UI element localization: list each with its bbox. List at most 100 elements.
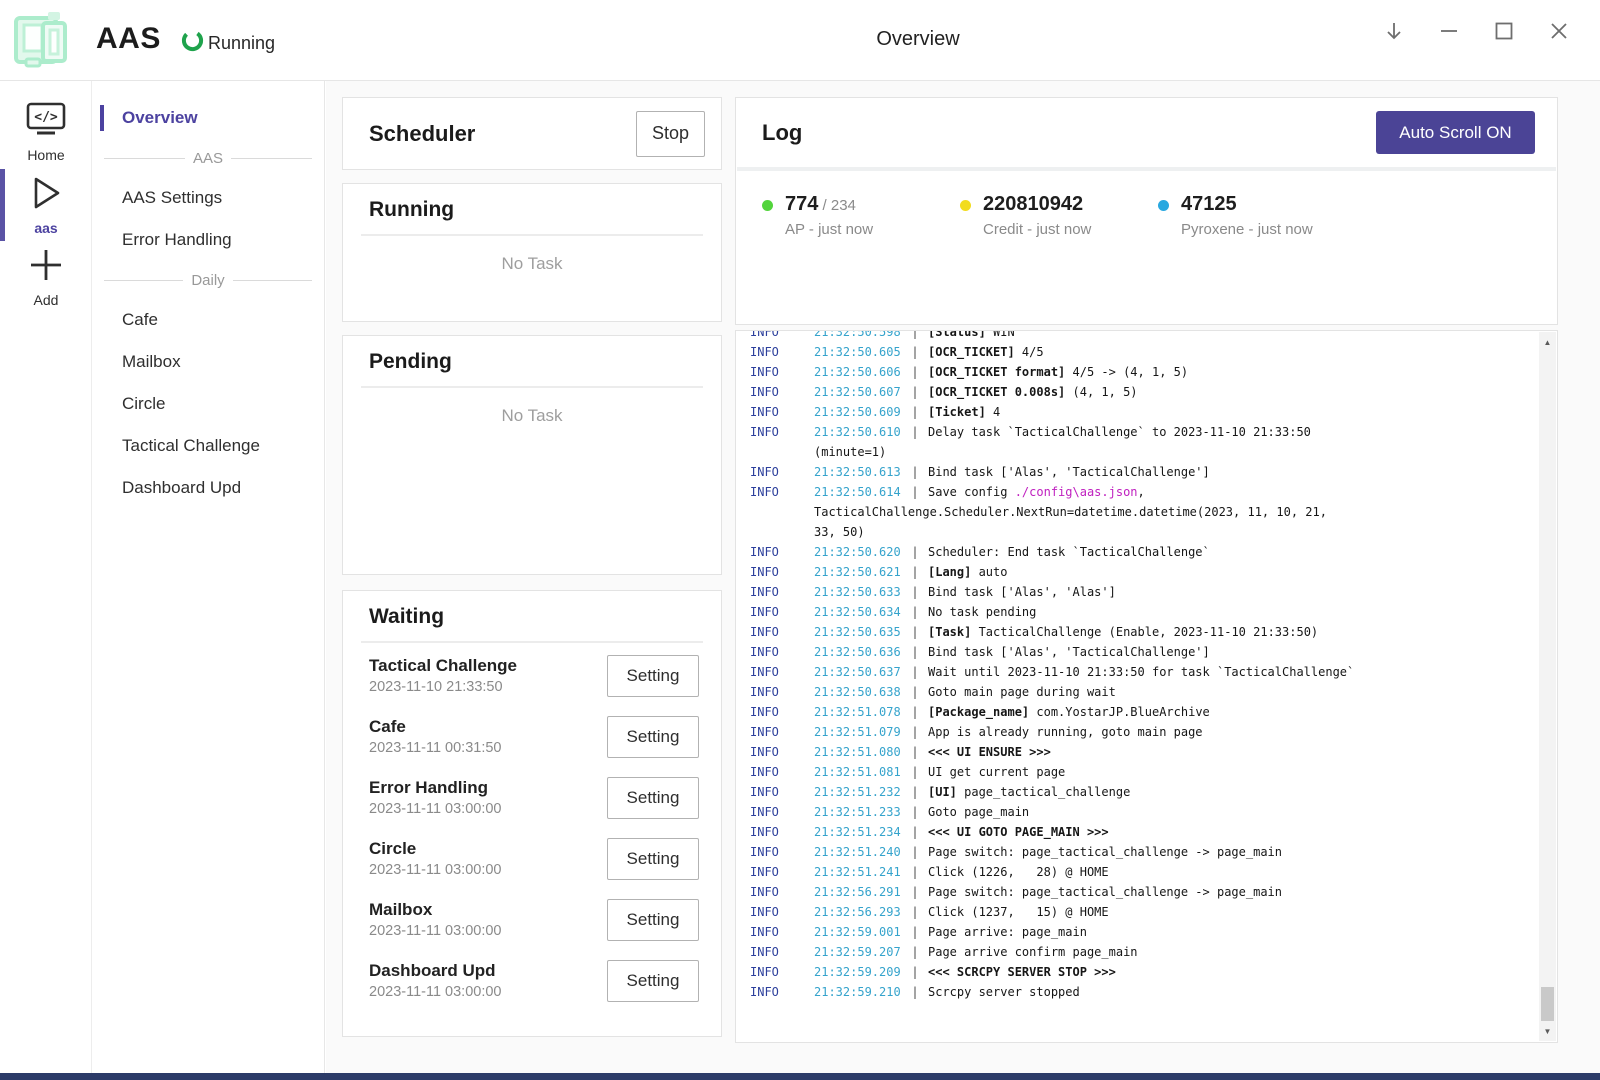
maximize-button[interactable] — [1476, 8, 1531, 54]
download-arrow-button[interactable] — [1366, 8, 1421, 54]
setting-button[interactable]: Setting — [607, 899, 699, 941]
log-text: auto — [971, 565, 1007, 579]
log-separator: | — [908, 330, 922, 342]
log-message: Page switch: page_tactical_challenge -> … — [928, 882, 1557, 902]
sidebar-item-overview[interactable]: Overview — [92, 97, 324, 139]
status-text: Running — [208, 33, 275, 54]
close-button[interactable] — [1531, 8, 1586, 54]
log-separator: | — [908, 962, 922, 982]
sidebar-item-error-handling[interactable]: Error Handling — [92, 219, 324, 261]
log-message: Wait until 2023-11-10 21:33:50 for task … — [928, 662, 1557, 682]
log-text: [Task] — [928, 625, 971, 639]
sidebar-item-circle[interactable]: Circle — [92, 383, 324, 425]
log-lines: INFO21:32:50.598|[Status] WININFO21:32:5… — [736, 330, 1557, 1002]
log-text: 4/5 -> (4, 1, 5) — [1065, 365, 1188, 379]
log-separator: | — [908, 942, 922, 962]
log-timestamp: 21:32:50.638 — [814, 682, 902, 702]
log-line: INFO21:32:51.241|Click (1226, 28) @ HOME — [750, 862, 1557, 882]
log-text: App is already running, goto main page — [928, 725, 1203, 739]
minimize-button[interactable] — [1421, 8, 1476, 54]
scrollbar-down-icon[interactable]: ▼ — [1539, 1023, 1556, 1039]
waiting-task-name: Error Handling — [369, 778, 607, 798]
setting-button[interactable]: Setting — [607, 838, 699, 880]
stat-label: AP - just now — [785, 221, 873, 238]
scrollbar-thumb[interactable] — [1541, 987, 1554, 1021]
log-text: [OCR_TICKET] — [928, 345, 1015, 359]
log-level: INFO — [750, 462, 808, 482]
log-line: INFO21:32:50.635|[Task] TacticalChalleng… — [750, 622, 1557, 642]
log-message: [OCR_TICKET 0.008s] (4, 1, 5) — [928, 382, 1557, 402]
divider-line — [233, 280, 312, 281]
sidebar-item-label: Cafe — [122, 310, 158, 330]
log-message: [OCR_TICKET format] 4/5 -> (4, 1, 5) — [928, 362, 1557, 382]
sidebar-section-divider: Daily — [92, 261, 324, 299]
log-timestamp: 21:32:50.598 — [814, 330, 902, 342]
rail-item-home[interactable]: </> Home — [0, 101, 92, 163]
pending-empty-text: No Task — [343, 406, 721, 426]
log-timestamp: 21:32:59.209 — [814, 962, 902, 982]
log-message: Click (1226, 28) @ HOME — [928, 862, 1557, 882]
log-separator: | — [908, 782, 922, 802]
sidebar-item-dashboard-upd[interactable]: Dashboard Upd — [92, 467, 324, 509]
running-empty-text: No Task — [343, 254, 721, 274]
home-monitor-code-icon: </> — [24, 126, 68, 143]
sidebar-item-mailbox[interactable]: Mailbox — [92, 341, 324, 383]
setting-button[interactable]: Setting — [607, 960, 699, 1002]
log-line: INFO21:32:56.291|Page switch: page_tacti… — [750, 882, 1557, 902]
log-line: INFO21:32:51.078|[Package_name] com.Yost… — [750, 702, 1557, 722]
sidebar-item-tactical-challenge[interactable]: Tactical Challenge — [92, 425, 324, 467]
log-separator: | — [908, 602, 922, 622]
sidebar-item-label: Circle — [122, 394, 165, 414]
waiting-task-name: Mailbox — [369, 900, 607, 920]
window-bottom-edge — [0, 1073, 1600, 1080]
rail-item-add[interactable]: Add — [0, 246, 92, 308]
sidebar-section-label: AAS — [193, 150, 223, 167]
waiting-task-row: Dashboard Upd2023-11-11 03:00:00Setting — [369, 950, 699, 1011]
log-separator: | — [908, 662, 922, 682]
sidebar-item-label: Error Handling — [122, 230, 232, 250]
log-output-panel[interactable]: INFO21:32:50.598|[Status] WININFO21:32:5… — [735, 330, 1558, 1043]
log-message: [OCR_TICKET] 4/5 — [928, 342, 1557, 362]
waiting-task-row: Error Handling2023-11-11 03:00:00Setting — [369, 767, 699, 828]
log-timestamp: 21:32:51.233 — [814, 802, 902, 822]
log-message: Click (1237, 15) @ HOME — [928, 902, 1557, 922]
waiting-task-info: Mailbox2023-11-11 03:00:00 — [369, 900, 607, 939]
stat-label: Credit - just now — [983, 221, 1091, 238]
log-separator: | — [908, 342, 922, 362]
sidebar-item-cafe[interactable]: Cafe — [92, 299, 324, 341]
log-line: INFO21:32:51.234|<<< UI GOTO PAGE_MAIN >… — [750, 822, 1557, 842]
scrollbar-up-icon[interactable]: ▲ — [1539, 334, 1556, 350]
log-text: Goto page_main — [928, 805, 1029, 819]
log-message: Page arrive confirm page_main — [928, 942, 1557, 962]
log-level: INFO — [750, 922, 808, 942]
setting-button[interactable]: Setting — [607, 777, 699, 819]
auto-scroll-button[interactable]: Auto Scroll ON — [1376, 111, 1535, 154]
log-level: INFO — [750, 602, 808, 622]
log-line: INFO21:32:51.079|App is already running,… — [750, 722, 1557, 742]
rail-aas-label: aas — [0, 220, 92, 236]
log-text: Delay task `TacticalChallenge` to 2023-1… — [928, 425, 1311, 439]
log-text: 4/5 — [1015, 345, 1044, 359]
stop-button[interactable]: Stop — [636, 111, 705, 157]
log-text: [Lang] — [928, 565, 971, 579]
log-separator: | — [908, 362, 922, 382]
log-message: [UI] page_tactical_challenge — [928, 782, 1557, 802]
stat-dot-icon — [762, 200, 773, 211]
log-separator: | — [908, 802, 922, 822]
sidebar-item-label: Tactical Challenge — [122, 436, 260, 456]
log-level: INFO — [750, 402, 808, 422]
log-line: INFO21:32:59.001|Page arrive: page_main — [750, 922, 1557, 942]
log-level: INFO — [750, 362, 808, 382]
log-title: Log — [762, 120, 802, 146]
log-scrollbar[interactable]: ▲ ▼ — [1539, 332, 1556, 1041]
stat-label: Pyroxene - just now — [1181, 221, 1313, 238]
rail-item-aas[interactable]: aas — [0, 174, 92, 236]
sidebar-item-aas-settings[interactable]: AAS Settings — [92, 177, 324, 219]
setting-button[interactable]: Setting — [607, 655, 699, 697]
log-line: 33, 50) — [750, 522, 1557, 542]
log-text: [Package_name] — [928, 705, 1029, 719]
setting-button[interactable]: Setting — [607, 716, 699, 758]
log-line: INFO21:32:50.606|[OCR_TICKET format] 4/5… — [750, 362, 1557, 382]
svg-text:</>: </> — [34, 110, 58, 125]
waiting-task-name: Circle — [369, 839, 607, 859]
